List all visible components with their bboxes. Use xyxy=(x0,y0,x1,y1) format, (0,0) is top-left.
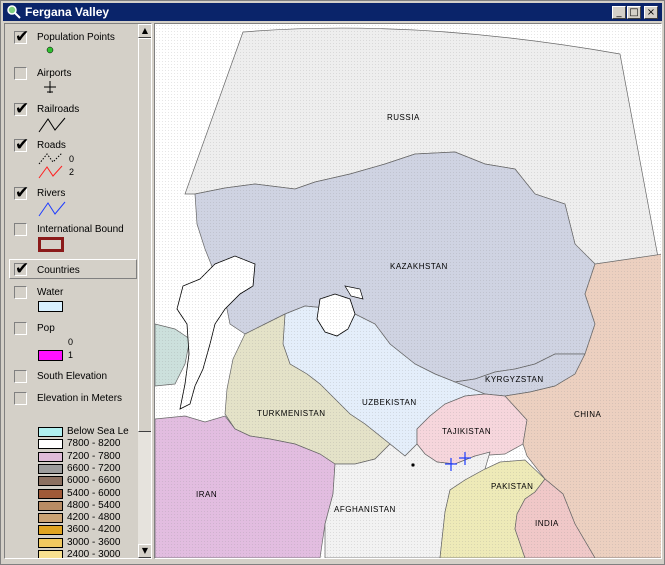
layer-checkbox[interactable] xyxy=(14,223,27,236)
checkmark-icon: ✔ xyxy=(15,27,30,47)
label-india: INDIA xyxy=(535,519,559,528)
layer-checkbox[interactable]: ✔ xyxy=(14,259,29,279)
layer-checkbox[interactable]: ✔ xyxy=(14,183,29,203)
label-uzbekistan: UZBEKISTAN xyxy=(362,398,417,407)
elevation-swatch xyxy=(38,463,63,474)
checkmark-icon: ✔ xyxy=(15,135,30,155)
pop-swatch xyxy=(38,350,63,361)
label-afghanistan: AFGHANISTAN xyxy=(334,505,396,514)
road-class-2: 2 xyxy=(69,167,75,177)
maximize-icon: □ xyxy=(629,7,639,18)
elevation-class-label: 7200 - 7800 xyxy=(67,450,121,462)
map-window: Fergana Valley _ □ × ✔ Population Points… xyxy=(0,0,665,565)
layer-checkbox[interactable]: ✔ xyxy=(14,99,29,119)
label-tajikistan: TAJIKISTAN xyxy=(442,427,491,436)
road-class-0: 0 xyxy=(69,154,75,164)
map-display[interactable]: RUSSIA KAZAKHSTAN UZBEKISTAN KYRGYZSTAN … xyxy=(154,23,662,559)
label-turkmenistan: TURKMENISTAN xyxy=(257,409,326,418)
layer-checkbox[interactable] xyxy=(14,67,27,80)
triangle-up-icon: ▲ xyxy=(141,26,149,35)
layer-label: International Bound xyxy=(37,224,124,235)
elevation-swatch xyxy=(38,439,63,450)
elevation-swatch xyxy=(38,513,63,524)
label-iran: IRAN xyxy=(196,490,217,499)
layer-label: Pop xyxy=(37,323,55,334)
elevation-class-label: 3000 - 3600 xyxy=(67,536,121,548)
green-point-symbol xyxy=(46,46,54,54)
elevation-swatch xyxy=(38,427,63,437)
layer-label: Airports xyxy=(37,68,72,79)
layer-checkbox[interactable] xyxy=(14,392,27,405)
railroad-line-symbol xyxy=(38,117,66,133)
airport-icon xyxy=(44,81,56,93)
label-russia: RUSSIA xyxy=(387,113,420,122)
country-caucasus xyxy=(155,323,191,387)
minimize-icon: _ xyxy=(616,7,622,18)
elevation-swatch xyxy=(38,537,63,548)
label-kazakhstan: KAZAKHSTAN xyxy=(390,262,448,271)
scroll-down-button[interactable]: ▼ xyxy=(138,544,151,558)
layer-checkbox[interactable]: ✔ xyxy=(14,27,29,47)
elevation-swatch xyxy=(38,451,63,462)
toc-layer-list: ✔ Population Points Airports ✔ Railroads… xyxy=(5,24,138,558)
elevation-class-label: 2400 - 3000 xyxy=(67,549,121,558)
label-china: CHINA xyxy=(574,410,602,419)
close-button[interactable]: × xyxy=(644,6,658,19)
layer-label: Water xyxy=(37,287,64,298)
layer-label: Countries xyxy=(37,265,80,276)
layer-label: Railroads xyxy=(37,104,80,115)
elevation-swatch xyxy=(38,525,63,536)
toc-scrollbar[interactable]: ▲ ▼ xyxy=(138,24,151,558)
elevation-swatch xyxy=(38,488,63,499)
population-point[interactable] xyxy=(411,463,415,467)
checkmark-icon: ✔ xyxy=(15,183,30,203)
elevation-class-label: 6000 - 6600 xyxy=(67,475,121,487)
checkmark-icon: ✔ xyxy=(15,99,30,119)
water-swatch xyxy=(38,301,63,312)
elevation-swatch xyxy=(38,476,63,487)
elevation-class-label: 7800 - 8200 xyxy=(67,438,121,450)
river-line-symbol xyxy=(38,201,66,217)
elevation-class-label: 4800 - 5400 xyxy=(67,499,121,511)
magnifier-icon xyxy=(7,5,21,19)
layer-label: Population Points xyxy=(37,32,115,43)
elevation-class-label: 3600 - 4200 xyxy=(67,524,121,536)
layer-label: Rivers xyxy=(37,188,66,199)
layer-checkbox[interactable] xyxy=(14,370,27,383)
boundary-symbol xyxy=(38,237,64,252)
layer-checkbox[interactable]: ✔ xyxy=(14,135,29,155)
layer-label: South Elevation xyxy=(37,371,108,382)
layer-checkbox[interactable] xyxy=(14,286,27,299)
window-title: Fergana Valley xyxy=(25,5,110,19)
elevation-swatch xyxy=(38,550,63,558)
maximize-button[interactable]: □ xyxy=(627,6,641,19)
label-pakistan: PAKISTAN xyxy=(491,482,533,491)
table-of-contents: ✔ Population Points Airports ✔ Railroads… xyxy=(4,23,152,559)
title-bar[interactable]: Fergana Valley _ □ × xyxy=(3,3,662,21)
scroll-up-button[interactable]: ▲ xyxy=(138,24,151,38)
checkmark-icon: ✔ xyxy=(15,259,30,279)
elevation-class-label: Below Sea Le xyxy=(67,426,129,437)
layer-label: Elevation in Meters xyxy=(37,393,123,404)
road-line-symbols xyxy=(38,152,63,179)
label-kyrgyzstan: KYRGYZSTAN xyxy=(485,375,544,384)
scroll-thumb[interactable] xyxy=(138,38,151,432)
triangle-down-icon: ▼ xyxy=(141,546,149,555)
elevation-swatch xyxy=(38,500,63,511)
elevation-class-label: 6600 - 7200 xyxy=(67,462,121,474)
layer-label: Roads xyxy=(37,140,66,151)
elevation-class-label: 4200 - 4800 xyxy=(67,512,121,524)
pop-class-0: 0 xyxy=(68,337,74,347)
close-icon: × xyxy=(646,7,656,18)
minimize-button[interactable]: _ xyxy=(612,6,626,19)
map-canvas[interactable]: RUSSIA KAZAKHSTAN UZBEKISTAN KYRGYZSTAN … xyxy=(155,24,661,558)
layer-checkbox[interactable] xyxy=(14,322,27,335)
pop-class-1: 1 xyxy=(68,350,74,360)
elevation-class-label: 5400 - 6000 xyxy=(67,487,121,499)
